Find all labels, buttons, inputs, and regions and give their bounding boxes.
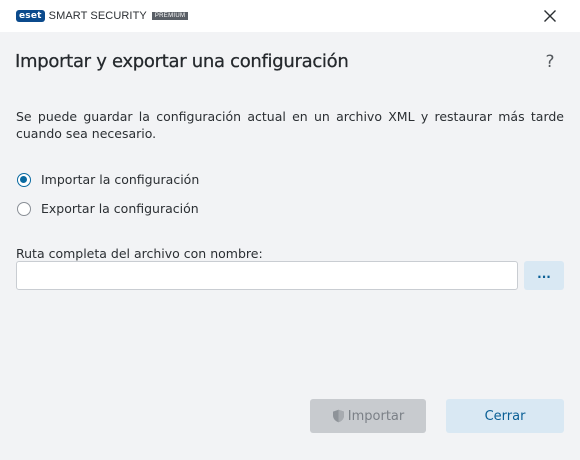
export-option[interactable]: Exportar la configuración [17, 201, 199, 216]
eset-logo: eset SMART SECURITY PREMIUM [16, 10, 189, 22]
brand-badge: eset [16, 10, 45, 22]
import-option[interactable]: Importar la configuración [17, 172, 199, 187]
import-option-label: Importar la configuración [41, 172, 200, 187]
import-radio[interactable] [17, 172, 31, 187]
export-option-label: Exportar la configuración [41, 201, 199, 216]
title-bar: eset SMART SECURITY PREMIUM [0, 0, 580, 32]
close-icon [544, 10, 556, 22]
path-field-label: Ruta completa del archivo con nombre: [16, 246, 263, 261]
help-button[interactable]: ? [542, 52, 558, 74]
export-radio[interactable] [17, 201, 31, 216]
description-text: Se puede guardar la configuración actual… [16, 109, 564, 141]
browse-button[interactable]: ... [524, 261, 564, 290]
import-button[interactable]: Importar [310, 399, 426, 433]
page-title: Importar y exportar una configuración [15, 51, 349, 72]
product-name: SMART SECURITY [48, 10, 147, 22]
shield-icon [332, 409, 344, 423]
close-button[interactable]: Cerrar [446, 399, 564, 433]
close-window-button[interactable] [542, 8, 558, 24]
close-button-label: Cerrar [484, 408, 526, 424]
edition-badge: PREMIUM [151, 12, 189, 20]
path-input[interactable] [16, 261, 518, 290]
import-button-label: Importar [347, 408, 405, 424]
